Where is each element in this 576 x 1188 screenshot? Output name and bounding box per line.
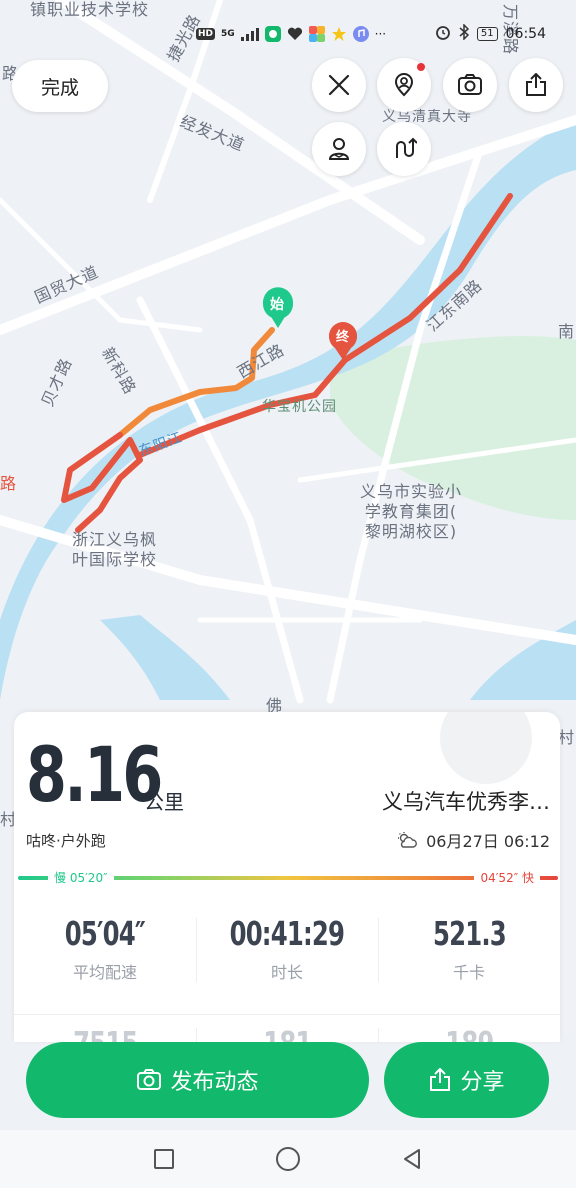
stat-label: 时长 (270, 963, 303, 982)
status-bar: HD 5G ··· 51 06:54 (196, 20, 546, 48)
system-nav-bar (0, 1130, 576, 1188)
stat-value: 7515 (73, 1024, 138, 1042)
colorful-app-icon (308, 26, 325, 42)
stat-value: 00:41:29 (229, 914, 345, 953)
signal-icon (240, 27, 259, 41)
triangle-back-icon (404, 1149, 420, 1169)
stat-value: 521.3 (432, 914, 507, 953)
stat-value: 05′04″ (64, 914, 146, 953)
stats-row-second: 7515 181 189 (14, 1024, 560, 1042)
square-icon (154, 1149, 174, 1169)
home-button[interactable] (274, 1145, 302, 1173)
stat-calories: 521.3 千卡 (378, 914, 560, 983)
stats-row: 05′04″ 平均配速 00:41:29 时长 521.3 千卡 (14, 914, 560, 983)
notification-dot (417, 63, 425, 71)
avatar-button[interactable] (312, 122, 366, 176)
done-button[interactable]: 完成 (12, 60, 108, 112)
recent-apps-button[interactable] (150, 1145, 178, 1173)
stat-label: 千卡 (452, 963, 485, 982)
stat-avg-pace: 05′04″ 平均配速 (14, 914, 196, 983)
close-icon (328, 74, 350, 96)
start-marker-label: 始 (270, 297, 285, 313)
person-pin-button[interactable] (377, 58, 431, 112)
share-icon (430, 1068, 451, 1091)
share-icon (526, 73, 546, 96)
map-label-edge-nan: 南 (558, 322, 576, 341)
camera-icon (458, 74, 482, 95)
stat-steps: 7515 (14, 1024, 196, 1042)
map-label-park: 华宝机公园 (262, 399, 337, 415)
end-marker-label: 终 (336, 330, 351, 345)
place-name[interactable]: 义乌汽车优秀李… (382, 786, 550, 816)
avatar-icon (328, 138, 350, 160)
stat-duration: 00:41:29 时长 (196, 914, 378, 983)
battery-indicator: 51 (476, 27, 498, 41)
distance-value: 8.16 (26, 730, 163, 819)
stat-heart-rate: 189 (378, 1024, 560, 1042)
datetime-text: 06月27日 06:12 (426, 832, 550, 851)
share-label: 分享 (460, 1070, 505, 1095)
heart-icon (287, 27, 303, 41)
alarm-icon (435, 24, 451, 44)
app-notification-icon (264, 26, 281, 42)
cloudy-sun-icon (398, 832, 418, 848)
circle-icon (276, 1147, 300, 1171)
stat-cadence: 181 (196, 1024, 378, 1042)
publish-button[interactable]: 发布动态 (26, 1042, 369, 1118)
pace-color-bar: 慢 05′20″ 04′52″ 快 (18, 870, 558, 886)
share-button[interactable]: 分享 (384, 1042, 549, 1118)
star-icon (331, 26, 347, 42)
camera-icon (137, 1069, 162, 1090)
music-icon (352, 26, 369, 42)
map-label-school: 镇职业技术学校 (30, 0, 150, 19)
activity-type: 咕咚·户外跑 (26, 832, 106, 850)
status-time: 06:54 (505, 26, 546, 42)
back-button[interactable] (398, 1145, 426, 1173)
stat-value: 181 (263, 1024, 312, 1042)
map-label-school-liming: 义乌市实验小 学教育集团( 黎明湖校区) (360, 482, 463, 541)
route-icon (396, 137, 417, 158)
stat-value: 189 (445, 1024, 494, 1042)
share-top-button[interactable] (509, 58, 563, 112)
map-label-school-maple: 浙江义乌枫 叶国际学校 (72, 530, 158, 569)
stat-label: 平均配速 (72, 963, 137, 982)
pace-slow-label: 慢 05′20″ (48, 870, 114, 886)
map-label-edge-road: 路 (0, 474, 18, 493)
pace-fast-label: 04′52″ 快 (474, 870, 540, 886)
close-button[interactable] (312, 58, 366, 112)
person-pin-icon (394, 73, 414, 97)
route-button[interactable] (377, 122, 431, 176)
more-dots: ··· (374, 27, 387, 41)
publish-label: 发布动态 (170, 1070, 259, 1095)
hd-badge: HD (196, 28, 216, 40)
card-avatar-placeholder (440, 712, 532, 784)
datetime: 06月27日 06:12 (396, 828, 550, 852)
map-label-edge-cun: 村 (558, 728, 576, 747)
camera-button[interactable] (443, 58, 497, 112)
distance-unit: 公里 (144, 790, 184, 814)
summary-card: 8.16 公里 义乌汽车优秀李… 咕咚·户外跑 06月27日 06:12 慢 0… (14, 712, 560, 1042)
bluetooth-icon (459, 23, 470, 44)
network-label: 5G (221, 29, 235, 39)
